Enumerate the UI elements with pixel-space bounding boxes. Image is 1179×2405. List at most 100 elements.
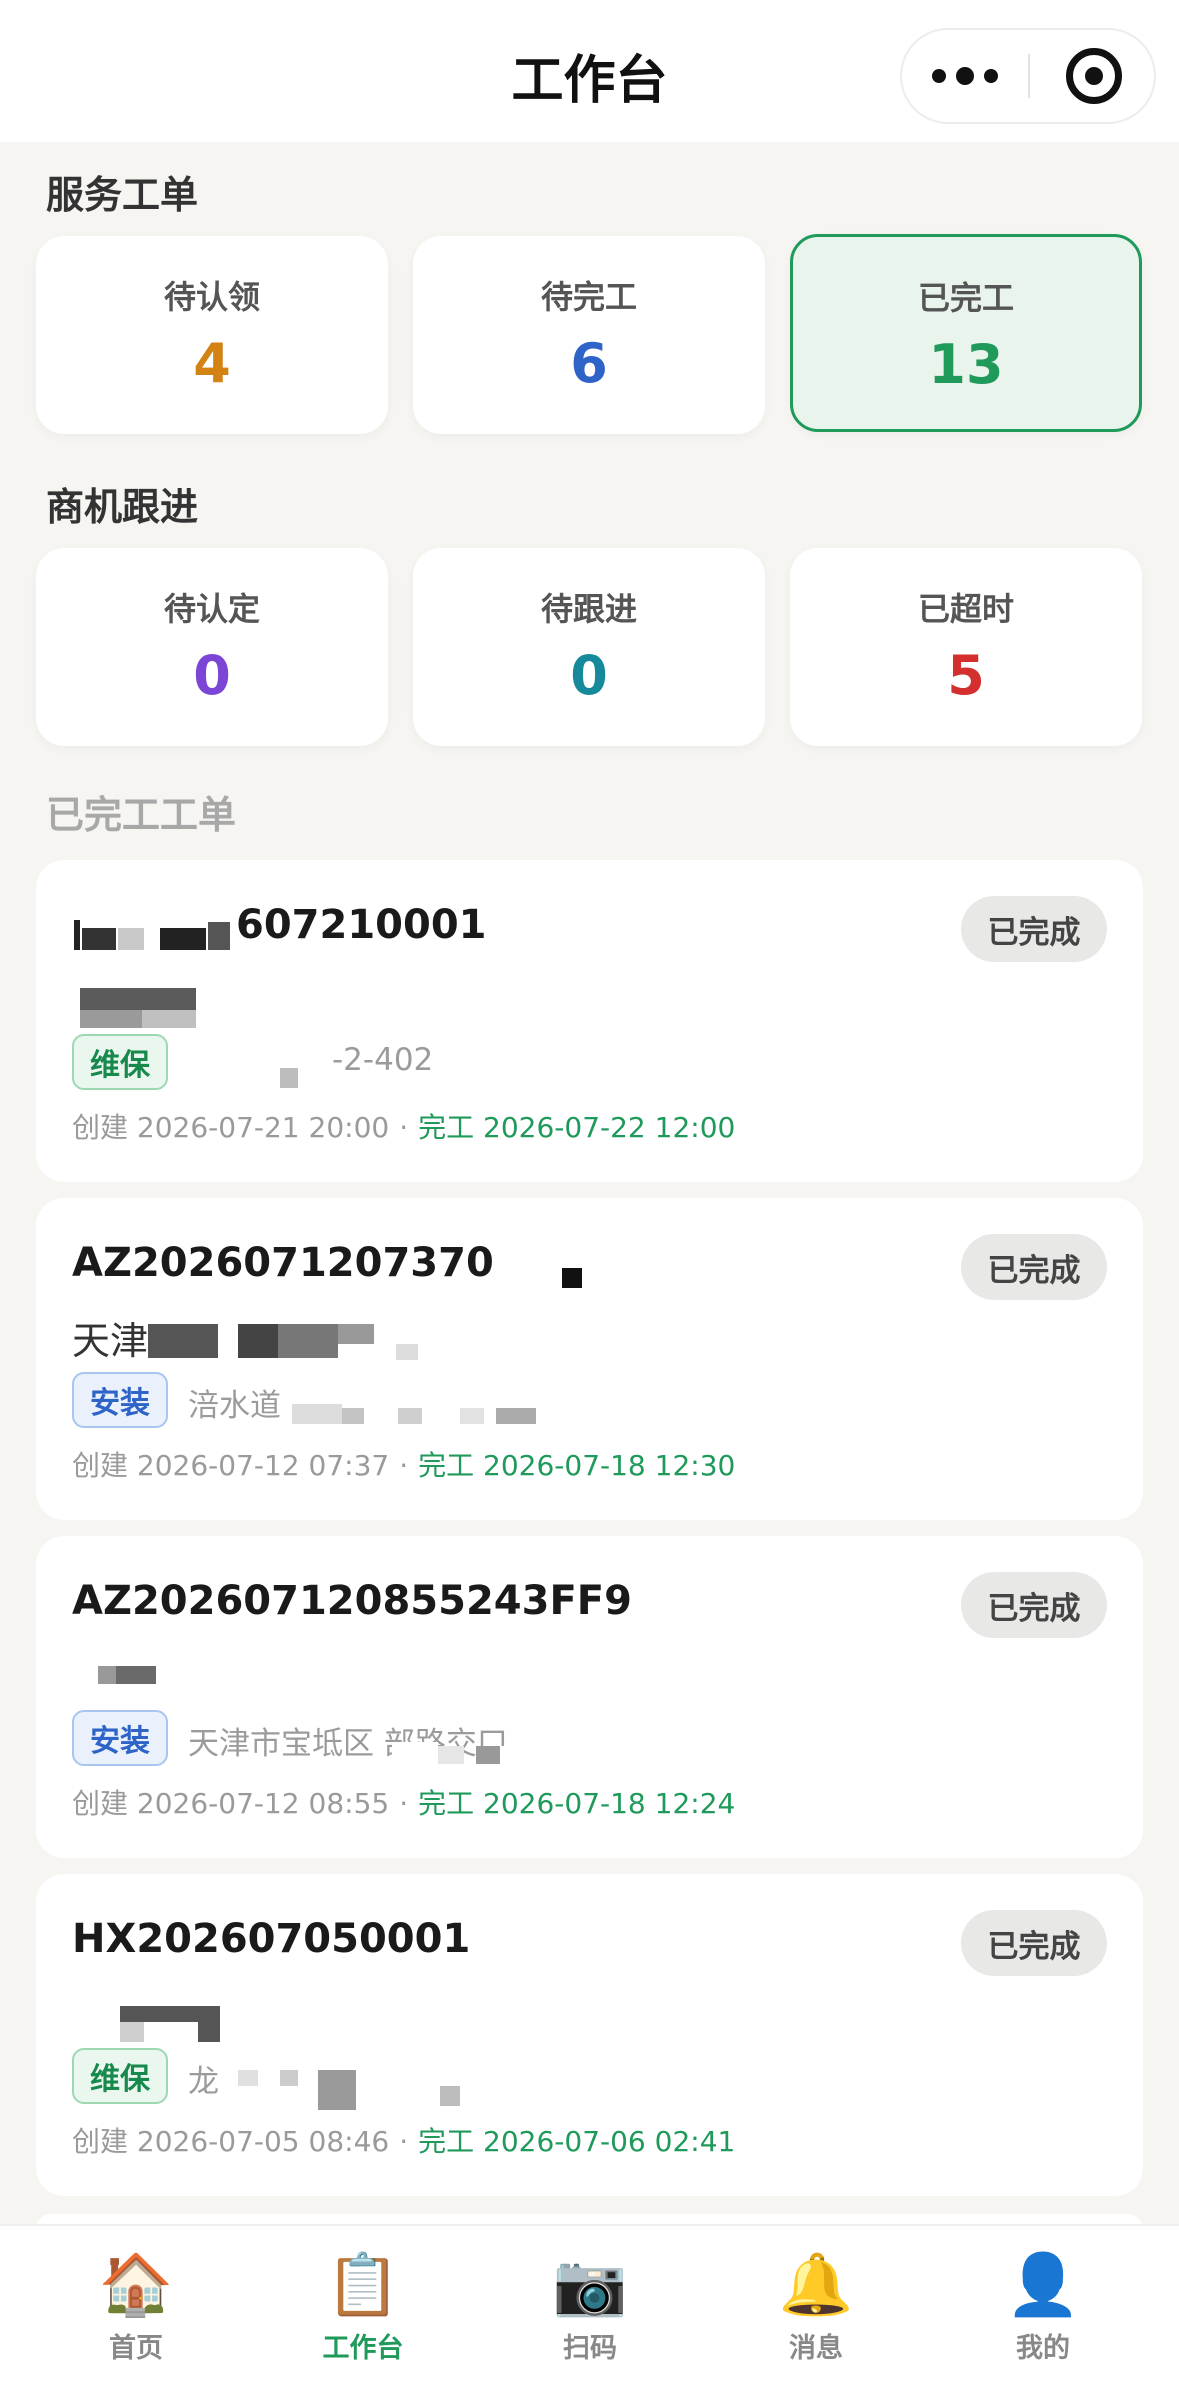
redacted-block [280,1068,298,1088]
redacted-block [496,1408,536,1424]
redacted-block [74,920,80,950]
bell-icon: 🔔 [778,2250,854,2320]
redacted-block [148,1324,218,1358]
more-dot-icon [984,69,998,83]
tab-messages[interactable]: 🔔 消息 [736,2250,896,2365]
service-section-title: 服务工单 [46,173,199,217]
order-address: 涪水道 [188,1388,281,1424]
close-target-icon[interactable] [1066,48,1122,104]
stat-card-completed[interactable]: 已完工 13 [790,234,1142,432]
order-number: 607210001 [236,902,487,948]
order-card[interactable]: HX202607050001 已完成 维保 龙 创建 2026-07-05 08… [36,1874,1143,2196]
redacted-block [82,928,116,950]
redacted-block [338,1324,374,1344]
order-number: AZ2026071207370 [72,1240,494,1286]
redacted-block [280,2070,298,2086]
redacted-block [142,1010,196,1028]
redacted-block [460,1408,484,1424]
stat-value: 13 [928,333,1004,396]
stat-label: 已完工 [917,279,1014,317]
created-time: 创建 2026-07-12 08:55 [72,1787,390,1820]
stat-value: 6 [570,332,608,395]
redacted-block [398,1408,422,1424]
order-card[interactable]: AZ2026071207370 已完成 天津 安装 涪水道 创建 2026-07… [36,1198,1143,1520]
completed-time: 完工 2026-07-18 12:24 [418,1787,736,1820]
tab-label: 我的 [1016,2333,1070,2364]
stat-label: 已超时 [917,590,1014,628]
redacted-block [396,1344,418,1360]
capsule-divider [1028,54,1030,98]
time-separator: · [399,2125,409,2158]
order-type-tag: 安装 [72,1710,168,1766]
stat-value: 5 [947,644,985,707]
stat-label: 待完工 [540,278,637,316]
more-dot-icon [932,69,946,83]
redacted-block [438,1746,464,1764]
order-address: 龙 [188,2064,219,2100]
redacted-block [342,1408,364,1424]
stat-card-pending-confirm[interactable]: 待认定 0 [36,548,388,746]
tab-profile[interactable]: 👤 我的 [963,2250,1123,2365]
redacted-block [80,1010,142,1028]
mini-program-capsule [900,28,1156,124]
redacted-block [318,2070,356,2110]
created-time: 创建 2026-07-05 08:46 [72,2125,390,2158]
bottom-tab-bar: 🏠 首页 📋 工作台 📷 扫码 🔔 消息 👤 我的 [0,2224,1179,2405]
redacted-block [440,2086,460,2106]
order-customer: 天津 [72,1319,149,1363]
opportunity-section-title: 商机跟进 [46,485,199,529]
time-separator: · [399,1449,409,1482]
redacted-block [116,1666,156,1684]
home-icon: 🏠 [98,2250,174,2320]
order-number: AZ202607120855243FF9 [72,1578,632,1624]
order-times: 创建 2026-07-21 20:00 · 完工 2026-07-22 12:00 [72,1106,735,1146]
created-time: 创建 2026-07-21 20:00 [72,1111,390,1144]
order-status-badge: 已完成 [961,1234,1107,1300]
stat-card-pending-complete[interactable]: 待完工 6 [413,236,765,434]
stat-value: 4 [193,332,231,395]
stat-label: 待跟进 [540,590,637,628]
stat-value: 0 [193,644,231,707]
order-type-tag: 安装 [72,1372,168,1428]
redacted-block [500,1746,532,1764]
stat-card-overdue[interactable]: 已超时 5 [790,548,1142,746]
stat-label: 待认领 [163,278,260,316]
order-type-tag: 维保 [72,2048,168,2104]
time-separator: · [399,1787,409,1820]
stat-card-pending-claim[interactable]: 待认领 4 [36,236,388,434]
order-card[interactable]: AZ202607120855243FF9 已完成 安装 天津市宝坻区 部路交口 … [36,1536,1143,1858]
tab-home[interactable]: 🏠 首页 [56,2250,216,2365]
order-type-tag: 维保 [72,1034,168,1090]
tab-label: 工作台 [322,2333,404,2364]
user-icon: 👤 [1005,2250,1081,2320]
order-status-badge: 已完成 [961,1910,1107,1976]
order-card[interactable]: 607210001 已完成 维保 -2-402 创建 2026-07-21 20… [36,860,1143,1182]
order-address: -2-402 [332,1042,434,1078]
redacted-block [562,1268,582,1288]
redacted-block [238,1324,278,1358]
tab-label: 消息 [789,2333,843,2364]
stat-label: 待认定 [163,590,260,628]
tab-scan[interactable]: 📷 扫码 [510,2250,670,2365]
order-status-badge: 已完成 [961,1572,1107,1638]
more-dot-icon [956,67,974,85]
navigation-bar: 工作台 [0,0,1179,142]
redacted-block [120,2022,144,2042]
completed-list-title: 已完工工单 [46,793,237,837]
tab-label: 首页 [109,2333,163,2364]
redacted-block [238,2070,258,2086]
order-times: 创建 2026-07-05 08:46 · 完工 2026-07-06 02:41 [72,2120,735,2160]
redacted-block [198,2022,220,2042]
stat-card-pending-follow[interactable]: 待跟进 0 [413,548,765,746]
clipboard-icon: 📋 [325,2250,401,2320]
camera-icon: 📷 [552,2250,628,2320]
completed-time: 完工 2026-07-18 12:30 [418,1449,736,1482]
created-time: 创建 2026-07-12 07:37 [72,1449,390,1482]
redacted-block [118,928,144,950]
stat-value: 0 [570,644,608,707]
redacted-block [392,1742,438,1764]
tab-workbench[interactable]: 📋 工作台 [283,2250,443,2365]
order-times: 创建 2026-07-12 08:55 · 完工 2026-07-18 12:24 [72,1782,735,1822]
redacted-block [292,1404,342,1424]
more-button[interactable] [902,30,1028,122]
